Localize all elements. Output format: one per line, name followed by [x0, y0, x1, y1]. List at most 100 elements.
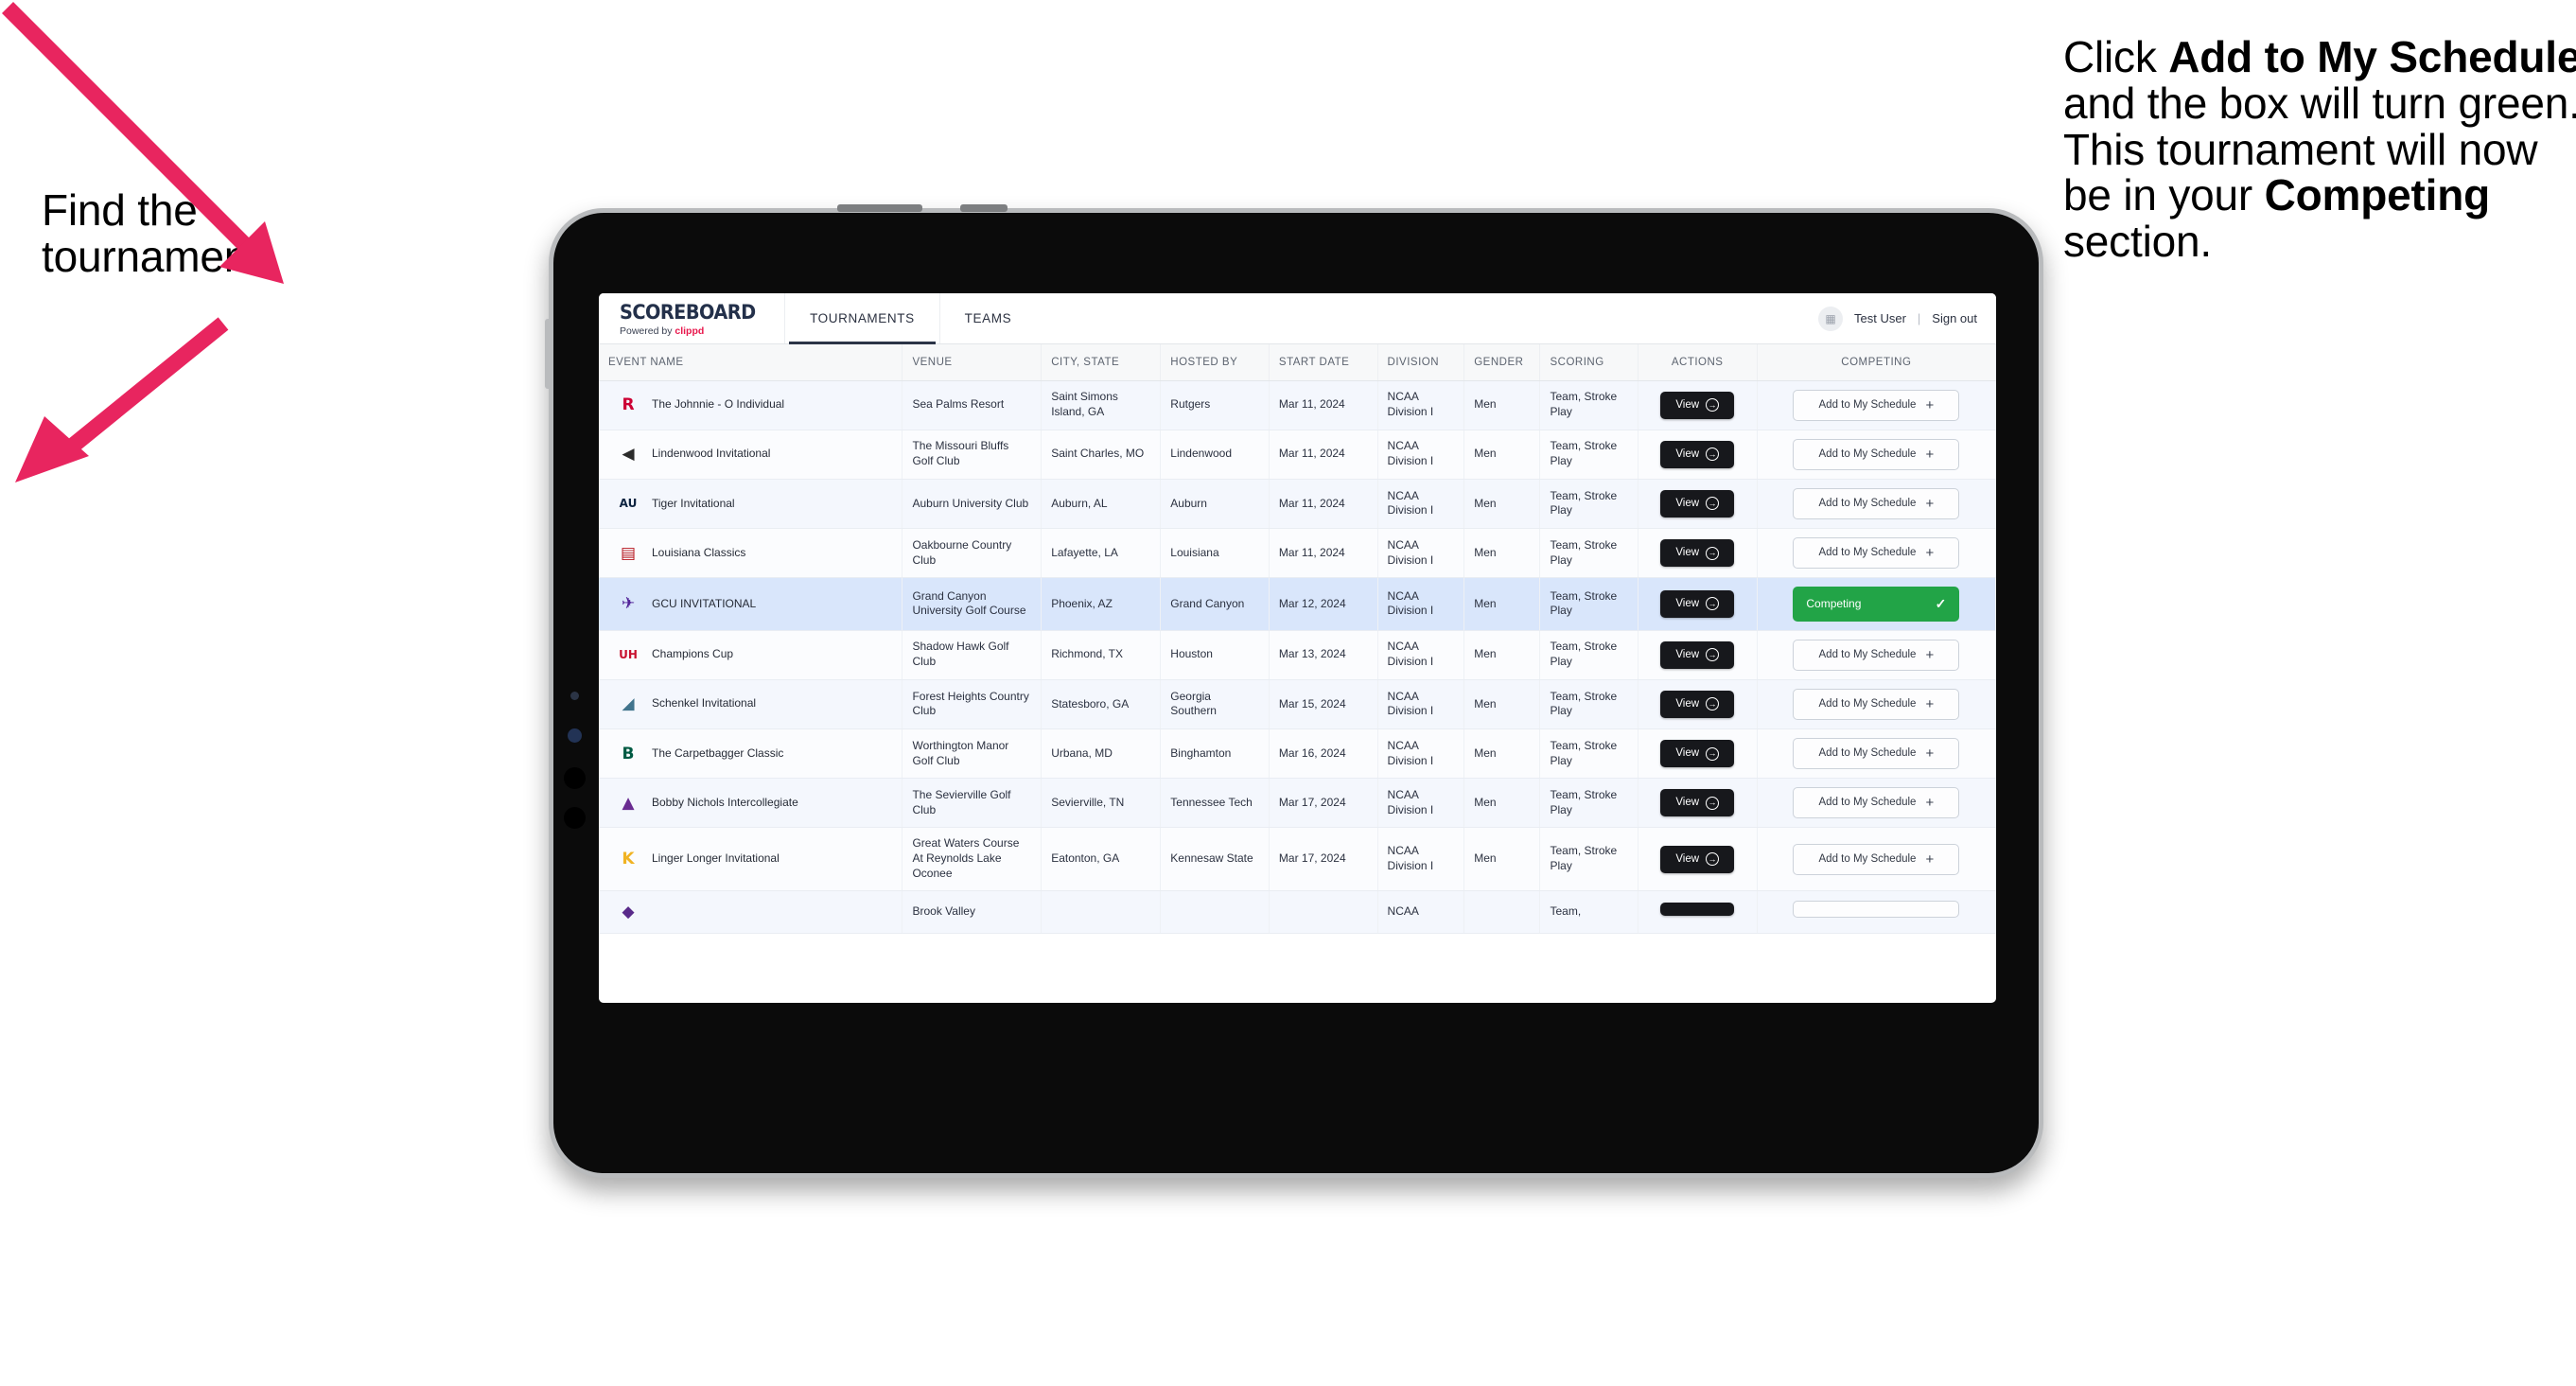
view-button[interactable]: View →	[1660, 640, 1735, 669]
add-to-my-schedule-button[interactable]: Add to My Schedule +	[1793, 438, 1960, 470]
view-button-label: View	[1675, 398, 1700, 411]
brand-powered-prefix: Powered by	[620, 325, 675, 337]
svg-text:◢: ◢	[622, 694, 635, 713]
cell-division: NCAA Division I	[1377, 630, 1465, 680]
cell-venue: The Missouri Bluffs Golf Club	[902, 430, 1043, 480]
antenna-band	[960, 204, 1008, 212]
speaker-hole	[564, 807, 586, 829]
cell-competing: Add to My Schedule +	[1757, 679, 1996, 730]
cell-hosted-by: Louisiana	[1160, 528, 1270, 579]
view-button[interactable]	[1660, 903, 1735, 917]
cell-event-name: ▲ Bobby Nichols Intercollegiate	[599, 778, 903, 829]
view-button-label: View	[1675, 797, 1700, 809]
add-to-my-schedule-button[interactable]: Add to My Schedule +	[1793, 537, 1960, 570]
cell-city-state: Saint Simons Island, GA	[1041, 380, 1162, 430]
column-division: DIVISION	[1377, 344, 1465, 381]
app-screen: SCOREBOARD Powered by clippd TOURNAMENTS…	[599, 293, 1996, 1003]
cell-hosted-by	[1160, 890, 1270, 934]
add-to-my-schedule-button[interactable]: Add to My Schedule +	[1793, 688, 1960, 720]
cell-event-name: B The Carpetbagger Classic	[599, 728, 903, 780]
arrow-right-circle-icon: →	[1706, 497, 1720, 511]
cell-city-state: Phoenix, AZ	[1041, 577, 1162, 631]
cell-scoring: Team,	[1539, 890, 1638, 934]
lindenwood-logo: ◀	[616, 442, 640, 466]
competing-button[interactable]: Competing ✓	[1793, 587, 1960, 622]
event-name-text: Linger Longer Invitational	[652, 851, 780, 866]
cell-start-date: Mar 11, 2024	[1269, 430, 1378, 480]
cell-scoring: Team, Stroke Play	[1539, 728, 1638, 780]
plus-icon: +	[1925, 545, 1935, 562]
georgia-southern-logo: ◢	[616, 692, 640, 716]
add-to-my-schedule-button[interactable]: Add to My Schedule +	[1793, 787, 1960, 819]
louisiana-logo: ▤	[616, 541, 640, 566]
table-row[interactable]: ◢ Schenkel Invitational Forest Heights Cou…	[599, 679, 1996, 730]
table-row[interactable]: ◀ Lindenwood Invitational The Missouri Blu…	[599, 430, 1996, 480]
view-button[interactable]: View →	[1660, 440, 1735, 468]
event-name-text: The Carpetbagger Classic	[652, 746, 784, 760]
cell-competing: Add to My Schedule +	[1757, 528, 1996, 579]
add-to-my-schedule-button[interactable]: Add to My Schedule +	[1793, 843, 1960, 875]
column-city-state: CITY, STATE	[1041, 344, 1162, 381]
table-row[interactable]: B The Carpetbagger Classic Worthington Man…	[599, 728, 1996, 780]
table-row[interactable]: UH Champions Cup Shadow Hawk Golf Club Rich…	[599, 630, 1996, 680]
cell-competing	[1757, 890, 1996, 934]
cell-venue: The Sevierville Golf Club	[902, 778, 1043, 829]
add-to-my-schedule-button[interactable]: Add to My Schedule +	[1793, 487, 1960, 520]
event-name-text: Tiger Invitational	[652, 496, 735, 510]
plus-icon: +	[1925, 795, 1935, 812]
view-button[interactable]: View →	[1660, 789, 1735, 817]
cell-venue: Forest Heights Country Club	[902, 679, 1043, 730]
table-row[interactable]: K Linger Longer Invitational Great Waters …	[599, 827, 1996, 891]
event-name-text: Schenkel Invitational	[652, 696, 757, 711]
event-name-text: Bobby Nichols Intercollegiate	[652, 795, 798, 809]
sensor-dot	[570, 692, 579, 700]
add-to-my-schedule-button[interactable]: Add to My Schedule +	[1793, 389, 1960, 421]
table-row[interactable]: ✈ GCU INVITATIONAL Grand Canyon University…	[599, 577, 1996, 631]
sign-out-link[interactable]: Sign out	[1932, 311, 1977, 325]
add-to-my-schedule-label: Add to My Schedule	[1818, 547, 1917, 559]
table-row[interactable]: ▲ Bobby Nichols Intercollegiate The Sevier…	[599, 778, 1996, 829]
ecu-logo: ◆	[616, 900, 640, 924]
add-to-my-schedule-button[interactable]	[1793, 901, 1960, 919]
volume-button[interactable]	[545, 319, 552, 389]
view-button[interactable]: View →	[1660, 391, 1735, 419]
cell-competing: Add to My Schedule +	[1757, 430, 1996, 480]
user-name[interactable]: Test User	[1854, 311, 1906, 325]
view-button[interactable]: View →	[1660, 489, 1735, 518]
view-button-label: View	[1675, 597, 1700, 609]
add-to-my-schedule-button[interactable]: Add to My Schedule +	[1793, 639, 1960, 671]
table-row-partial[interactable]: ◆ Brook Valley NCAA Team,	[599, 890, 1996, 934]
table-row[interactable]: ▤ Louisiana Classics Oakbourne Country Clu…	[599, 528, 1996, 579]
add-to-my-schedule-button[interactable]: Add to My Schedule +	[1793, 738, 1960, 770]
cell-division: NCAA Division I	[1377, 778, 1465, 829]
auburn-logo: AU	[616, 491, 640, 516]
tab-tournaments[interactable]: TOURNAMENTS	[784, 293, 940, 344]
table-row[interactable]: AU Tiger Invitational Auburn University Cl…	[599, 479, 1996, 530]
table-row[interactable]: R The Johnnie - O Individual Sea Palms Res…	[599, 380, 1996, 430]
camera-lens-icon	[568, 728, 582, 743]
event-name-text: Lindenwood Invitational	[652, 447, 771, 461]
cell-actions: View →	[1638, 728, 1758, 780]
grid-icon[interactable]: ▦	[1818, 306, 1843, 331]
cell-scoring: Team, Stroke Play	[1539, 479, 1638, 530]
power-button[interactable]	[837, 204, 922, 212]
arrow-right-circle-icon: →	[1706, 546, 1720, 560]
view-button[interactable]: View →	[1660, 740, 1735, 768]
cell-gender: Men	[1463, 630, 1541, 680]
cell-start-date: Mar 11, 2024	[1269, 479, 1378, 530]
cell-city-state: Eatonton, GA	[1041, 827, 1162, 891]
tournaments-table: EVENT NAME VENUE CITY, STATE HOSTED BY S…	[599, 344, 1996, 934]
annotation-right-part3: section.	[2063, 217, 2212, 266]
check-icon: ✓	[1935, 596, 1947, 612]
cell-start-date: Mar 11, 2024	[1269, 380, 1378, 430]
app-header: SCOREBOARD Powered by clippd TOURNAMENTS…	[599, 293, 1996, 344]
tab-teams[interactable]: TEAMS	[940, 293, 1037, 343]
view-button[interactable]: View →	[1660, 690, 1735, 718]
cell-venue: Sea Palms Resort	[902, 380, 1043, 430]
view-button[interactable]: View →	[1660, 589, 1735, 618]
cell-division: NCAA Division I	[1377, 528, 1465, 579]
cell-venue: Grand Canyon University Golf Course	[902, 577, 1043, 631]
column-competing: COMPETING	[1757, 344, 1996, 381]
view-button[interactable]: View →	[1660, 845, 1735, 873]
view-button[interactable]: View →	[1660, 539, 1735, 568]
